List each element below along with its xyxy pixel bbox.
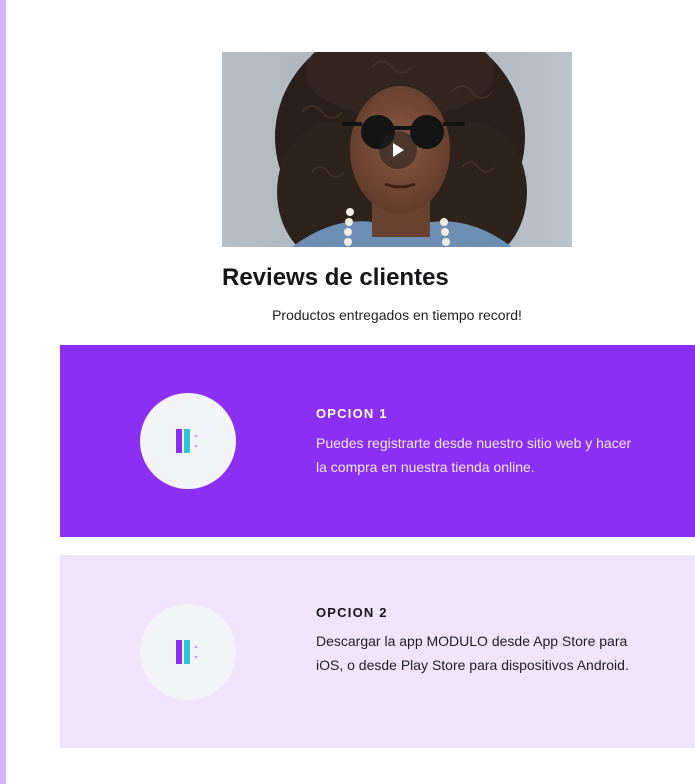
option-description: Descargar la app MODULO desde App Store … (316, 633, 629, 673)
option-icon-circle (140, 604, 236, 700)
section-subheading: Productos entregados en tiempo record! (272, 307, 522, 323)
video-thumbnail[interactable] (222, 52, 572, 247)
module-logo-icon (176, 640, 198, 664)
section-heading: Reviews de clientes (222, 264, 449, 291)
option-title: OPCION 2 (316, 605, 388, 620)
play-icon (393, 143, 404, 157)
option-card-2: OPCION 2 Descargar la app MODULO desde A… (60, 555, 695, 748)
option-card-1: OPCION 1 Puedes registrarte desde nuestr… (60, 345, 695, 537)
option-icon-circle (140, 393, 236, 489)
option-title: OPCION 1 (316, 406, 388, 421)
module-logo-icon (176, 429, 198, 453)
left-accent-rail (0, 0, 6, 784)
play-button[interactable] (379, 131, 417, 169)
option-description: Puedes registrarte desde nuestro sitio w… (316, 435, 632, 475)
